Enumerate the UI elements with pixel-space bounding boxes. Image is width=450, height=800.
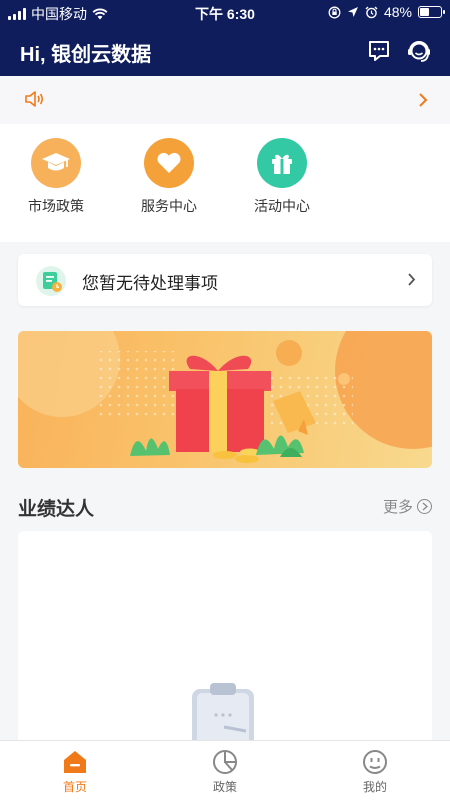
gift-icon: [272, 154, 292, 174]
promo-banner[interactable]: [18, 331, 432, 468]
tab-policy[interactable]: 政策: [150, 749, 300, 795]
pie-chart-icon: [213, 750, 237, 774]
more-label: 更多: [382, 499, 413, 516]
performance-section-header: 业绩达人 更多: [18, 492, 432, 520]
customer-service-icon[interactable]: [404, 36, 434, 66]
chevron-right-circle-icon: [417, 499, 432, 514]
quick-link-service-center[interactable]: 服务中心: [124, 138, 214, 216]
heart-icon: [157, 152, 181, 173]
chevron-right-icon[interactable]: [418, 92, 428, 108]
quick-links: 市场政策 服务中心 活动中心: [0, 124, 450, 242]
gift-box-illustration: [18, 331, 432, 463]
alarm-icon: [365, 6, 378, 18]
battery-icon: [418, 6, 445, 18]
graduation-cap-icon: [42, 153, 70, 171]
tab-label: 首页: [62, 780, 87, 794]
tab-home[interactable]: 首页: [0, 749, 150, 795]
speaker-icon: [25, 91, 44, 107]
battery-percent: 48%: [383, 4, 412, 20]
location-arrow-icon: [347, 7, 358, 17]
chevron-right-icon: [408, 273, 416, 286]
todo-text: 您暂无待处理事项: [82, 274, 218, 293]
performance-card: [18, 531, 432, 751]
quick-link-market-policy[interactable]: 市场政策: [11, 138, 101, 216]
section-title: 业绩达人: [18, 499, 95, 520]
tab-label: 政策: [212, 780, 237, 794]
quick-link-label: 服务中心: [141, 198, 197, 214]
task-list-icon: [36, 266, 66, 296]
quick-link-label: 活动中心: [254, 198, 310, 214]
message-icon[interactable]: [366, 38, 392, 64]
quick-link-label: 市场政策: [28, 198, 84, 214]
more-link[interactable]: 更多: [383, 496, 432, 517]
bottom-tab-bar: 首页 政策 我的: [0, 740, 450, 800]
app-header: Hi, 银创云数据: [0, 26, 450, 76]
quick-link-activity-center[interactable]: 活动中心: [237, 138, 327, 216]
rotation-lock-icon: [328, 6, 341, 18]
notice-bar[interactable]: [0, 76, 450, 124]
status-bar: 中国移动 下午 6:30 48%: [0, 0, 450, 26]
todo-card[interactable]: 您暂无待处理事项: [18, 254, 432, 306]
profile-face-icon: [363, 750, 387, 774]
tab-mine[interactable]: 我的: [300, 749, 450, 795]
greeting-title: Hi, 银创云数据: [20, 44, 152, 66]
tab-label: 我的: [362, 780, 387, 794]
home-icon: [64, 751, 86, 773]
